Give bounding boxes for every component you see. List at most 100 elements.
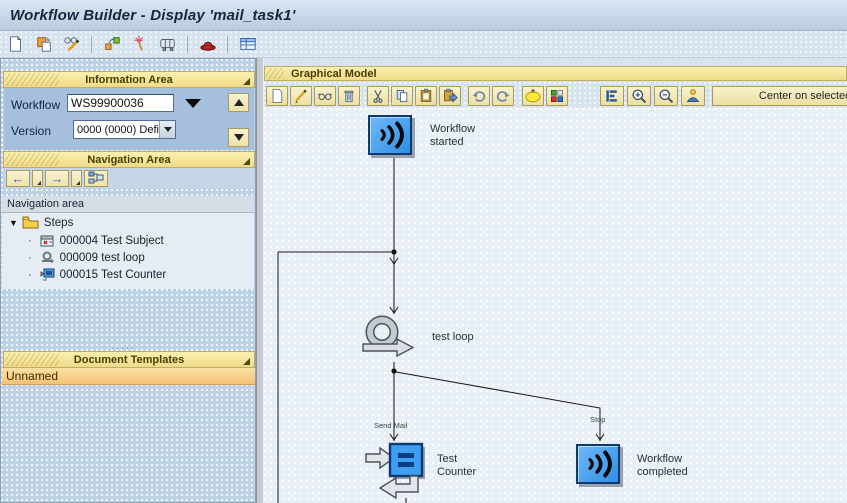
collapse-triangle-icon bbox=[243, 358, 250, 365]
overview-button[interactable] bbox=[237, 34, 258, 55]
center-on-selected-button[interactable]: Center on selected obje bbox=[712, 86, 847, 106]
label-line: test loop bbox=[432, 331, 474, 344]
tree-root-steps[interactable]: ▼ Steps bbox=[9, 216, 73, 229]
center-button-label: Center on selected obje bbox=[759, 90, 847, 102]
label-line: Workflow bbox=[430, 123, 475, 136]
workflow-builder-window: Workflow Builder - Display 'mail_task1' bbox=[0, 0, 847, 503]
undo-arrow-icon bbox=[471, 88, 487, 104]
workflow-started-label: Workflow started bbox=[430, 123, 475, 149]
gm-levels-button[interactable] bbox=[600, 86, 624, 106]
scissors-icon bbox=[370, 88, 386, 104]
template-item-label: Unnamed bbox=[6, 369, 58, 383]
gm-redo-button[interactable] bbox=[492, 86, 514, 106]
copy-icon bbox=[35, 35, 53, 53]
expander-icon[interactable]: ▼ bbox=[9, 218, 18, 228]
gm-zoom-out-button[interactable] bbox=[654, 86, 678, 106]
arrow-left-icon: ← bbox=[12, 172, 25, 185]
label-line: started bbox=[430, 136, 475, 149]
caption-text: Navigation area bbox=[7, 198, 84, 210]
tree-bullet: · bbox=[28, 269, 32, 281]
hierarchy-view-button[interactable] bbox=[84, 170, 108, 187]
copy-button[interactable] bbox=[33, 34, 54, 55]
tree-bullet: · bbox=[28, 235, 32, 247]
hierarchy-icon bbox=[88, 171, 104, 185]
navigate-back-button[interactable]: ← bbox=[6, 170, 30, 187]
colored-blocks-icon bbox=[549, 88, 565, 104]
gm-undo-button[interactable] bbox=[468, 86, 490, 106]
where-used-button[interactable] bbox=[101, 34, 122, 55]
tree-item-test-counter[interactable]: · 000015 Test Counter bbox=[28, 268, 166, 281]
container-step-icon bbox=[40, 268, 55, 281]
mini-triangle-icon bbox=[76, 181, 80, 185]
arrow-down-icon bbox=[234, 134, 244, 141]
hat-icon bbox=[199, 35, 217, 53]
arrow-right-icon: → bbox=[51, 172, 64, 185]
header-hatch bbox=[5, 73, 59, 86]
forward-history-button[interactable] bbox=[71, 170, 82, 187]
page-title: Workflow Builder - Display 'mail_task1' bbox=[0, 7, 296, 24]
workflow-input[interactable] bbox=[67, 94, 174, 112]
toolbar-separator bbox=[227, 36, 228, 53]
loop-node[interactable] bbox=[360, 314, 416, 362]
tree-item-test-loop[interactable]: · 000009 test loop bbox=[28, 251, 145, 264]
loop-node-label: test loop bbox=[432, 331, 474, 344]
tree-item-test-subject[interactable]: · 000004 Test Subject bbox=[28, 234, 164, 247]
collapse-triangle-icon bbox=[243, 78, 250, 85]
gm-align-blocks-button[interactable] bbox=[546, 86, 568, 106]
tree-bullet: · bbox=[28, 252, 32, 264]
panel-splitter[interactable] bbox=[256, 58, 264, 503]
tree-root-label: Steps bbox=[44, 217, 73, 229]
gm-cut-button[interactable] bbox=[367, 86, 389, 106]
navigate-forward-button[interactable]: → bbox=[45, 170, 69, 187]
gm-zoom-in-button[interactable] bbox=[627, 86, 651, 106]
create-button[interactable] bbox=[5, 34, 26, 55]
gm-paste-insert-button[interactable] bbox=[439, 86, 461, 106]
zoom-in-icon bbox=[631, 88, 648, 105]
label-line: Test bbox=[437, 453, 476, 466]
wand-button[interactable] bbox=[129, 34, 150, 55]
document-templates-header[interactable]: Document Templates bbox=[3, 351, 255, 368]
document-template-item-unnamed[interactable]: Unnamed bbox=[2, 368, 255, 385]
start-workflow-button[interactable] bbox=[197, 34, 218, 55]
test-counter-label: Test Counter bbox=[437, 453, 476, 479]
version-combobox[interactable]: 0000 (0000) Definition bbox=[73, 120, 176, 139]
gm-delete-button[interactable] bbox=[338, 86, 360, 106]
navigation-area-header[interactable]: Navigation Area bbox=[3, 151, 255, 168]
toolbar-separator bbox=[91, 36, 92, 53]
gm-insert-node-button[interactable] bbox=[522, 86, 544, 106]
clipboard-arrow-icon bbox=[442, 88, 458, 104]
test-button[interactable] bbox=[157, 34, 178, 55]
workflow-started-node[interactable] bbox=[368, 115, 412, 155]
title-bar: Workflow Builder - Display 'mail_task1' bbox=[0, 0, 847, 31]
where-used-icon bbox=[103, 35, 121, 53]
workflow-completed-node[interactable] bbox=[576, 444, 620, 484]
clipboard-icon bbox=[418, 88, 434, 104]
gm-display-button[interactable] bbox=[314, 86, 336, 106]
arrow-up-icon bbox=[234, 99, 244, 106]
information-area-header[interactable]: Information Area bbox=[3, 71, 255, 88]
scroll-down-button[interactable] bbox=[228, 128, 249, 147]
graphical-model-title: Graphical Model bbox=[291, 68, 377, 80]
container-operation-icon bbox=[364, 440, 434, 500]
workflow-completed-label: Workflow completed bbox=[637, 453, 688, 479]
scroll-up-button[interactable] bbox=[228, 93, 249, 112]
graphical-model-header[interactable]: Graphical Model bbox=[264, 66, 847, 81]
zoom-out-icon bbox=[658, 88, 675, 105]
back-history-button[interactable] bbox=[32, 170, 43, 187]
workflow-dropdown-icon[interactable] bbox=[185, 99, 201, 108]
navigation-area-caption: Navigation area bbox=[2, 196, 254, 213]
magic-wand-icon bbox=[131, 35, 149, 53]
gm-full-view-button[interactable] bbox=[681, 86, 705, 106]
combo-dropdown-button[interactable] bbox=[159, 121, 175, 138]
label-line: Workflow bbox=[637, 453, 688, 466]
display-change-button[interactable] bbox=[61, 34, 82, 55]
test-table-icon bbox=[159, 35, 177, 53]
test-counter-node[interactable] bbox=[364, 440, 434, 500]
gm-copy-button[interactable] bbox=[391, 86, 413, 106]
information-area-title: Information Area bbox=[85, 74, 173, 86]
gm-new-button[interactable] bbox=[266, 86, 288, 106]
gm-edit-button[interactable] bbox=[290, 86, 312, 106]
workflow-field-label: Workflow bbox=[11, 98, 60, 112]
workflow-event-waves-icon bbox=[372, 119, 408, 151]
gm-paste-button[interactable] bbox=[415, 86, 437, 106]
